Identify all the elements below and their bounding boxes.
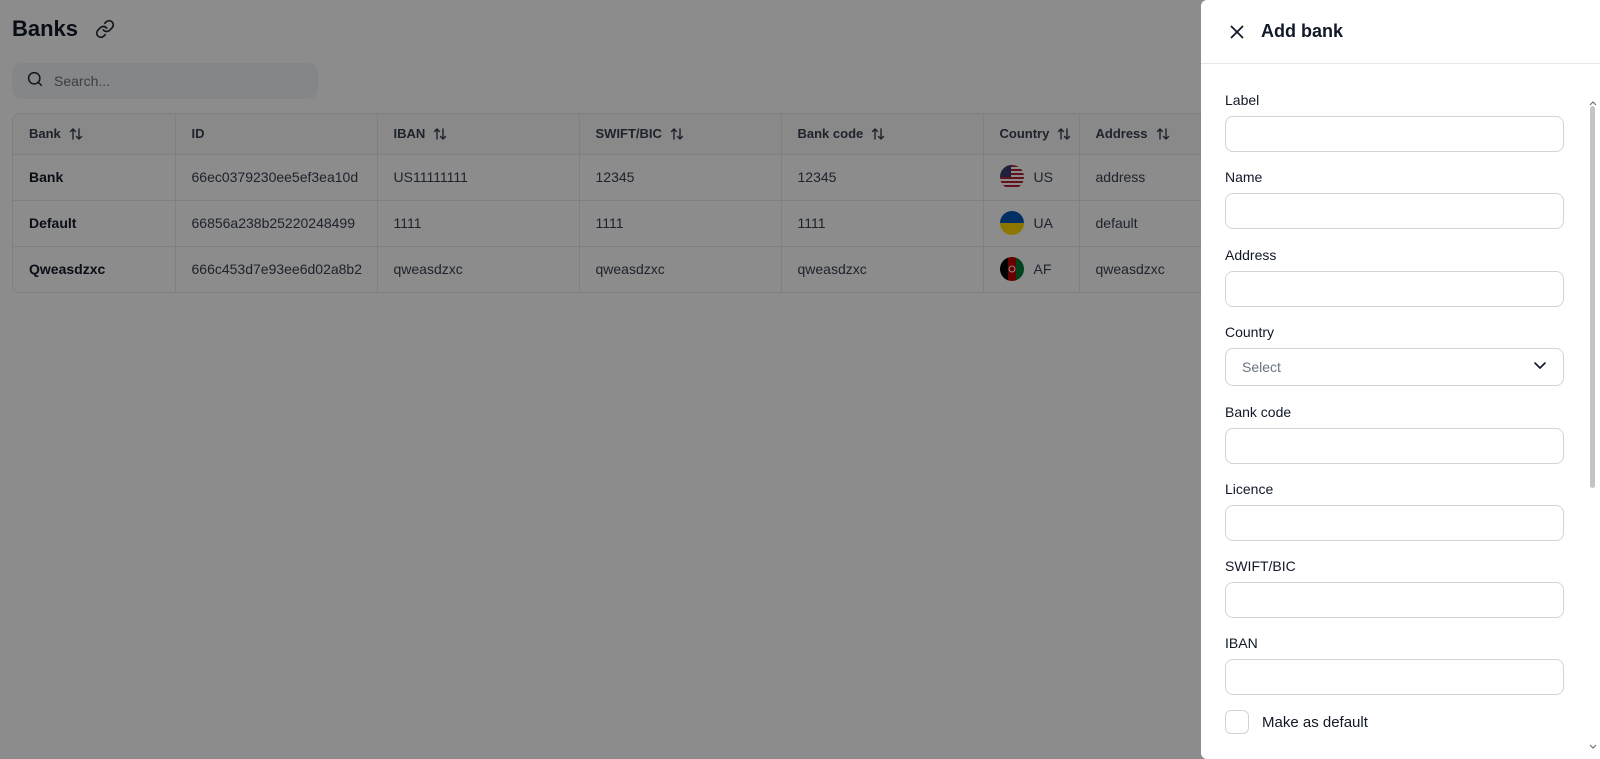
licence-input[interactable]	[1225, 505, 1564, 541]
drawer-title: Add bank	[1261, 21, 1344, 41]
make-default-checkbox[interactable]	[1225, 710, 1249, 734]
address-field: Address	[1225, 246, 1564, 307]
label-input[interactable]	[1225, 116, 1564, 152]
name-field: Name	[1225, 168, 1564, 229]
chevron-up-icon[interactable]	[1589, 94, 1597, 106]
drawer-scrollbar[interactable]	[1589, 94, 1597, 749]
swift-field: SWIFT/BIC	[1225, 557, 1564, 618]
address-field-label: Address	[1225, 247, 1277, 263]
swift-input[interactable]	[1225, 582, 1564, 618]
country-select-value: Select	[1242, 359, 1281, 375]
licence-field: Licence	[1225, 480, 1564, 541]
add-bank-drawer: Add bank Label Name Address Country Sele…	[1201, 0, 1600, 759]
make-default-label[interactable]: Make as default	[1262, 714, 1368, 731]
country-select[interactable]: Select	[1225, 348, 1564, 386]
chevron-down-icon[interactable]	[1589, 738, 1597, 749]
name-field-label: Name	[1225, 169, 1263, 185]
swift-field-label: SWIFT/BIC	[1225, 558, 1296, 574]
licence-field-label: Licence	[1225, 481, 1274, 497]
drawer-header: Add bank	[1201, 0, 1600, 64]
iban-field-label: IBAN	[1225, 635, 1258, 651]
iban-field: IBAN	[1225, 634, 1564, 695]
iban-input[interactable]	[1225, 659, 1564, 695]
label-field: Label	[1225, 91, 1564, 152]
bank-code-field: Bank code	[1225, 403, 1564, 464]
label-field-label: Label	[1225, 92, 1260, 108]
drawer-form: Label Name Address Country Select Bank c…	[1201, 64, 1600, 759]
bank-code-input[interactable]	[1225, 428, 1564, 464]
country-field: Country Select	[1225, 323, 1564, 386]
address-input[interactable]	[1225, 271, 1564, 307]
scrollbar-thumb[interactable]	[1590, 106, 1595, 488]
close-icon[interactable]	[1227, 22, 1247, 42]
chevron-down-icon	[1533, 358, 1547, 377]
country-field-label: Country	[1225, 324, 1275, 340]
name-input[interactable]	[1225, 193, 1564, 229]
make-default-row[interactable]: Make as default	[1225, 710, 1368, 734]
bank-code-field-label: Bank code	[1225, 404, 1292, 420]
